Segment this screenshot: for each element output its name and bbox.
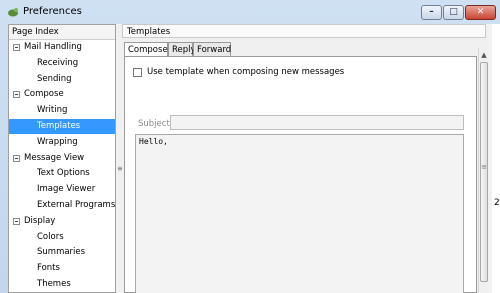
app-icon: [8, 8, 18, 17]
tree-category-label: Message View: [24, 152, 85, 163]
tree-item-label: Colors: [37, 231, 64, 242]
tree-item-label: Summaries: [37, 247, 86, 258]
close-button[interactable]: ✕: [465, 5, 496, 20]
maximize-button[interactable]: □: [443, 5, 464, 20]
tree-category-label: Compose: [24, 89, 64, 100]
window-title: Preferences: [23, 6, 82, 17]
tree-item-label: Text Options: [37, 168, 90, 179]
preferences-window: Preferences – □ ✕ Page Index Mail Handli…: [0, 0, 500, 293]
tree-item-label: Templates: [37, 121, 81, 131]
tree-category-compose[interactable]: Compose: [9, 87, 115, 102]
maximize-icon: □: [449, 7, 458, 17]
collapse-icon[interactable]: [13, 44, 20, 51]
tree-item-receiving[interactable]: Receiving: [9, 56, 115, 71]
tree-item-label: Fonts: [37, 263, 60, 274]
tree-item-label: Sending: [37, 73, 72, 84]
minimize-button[interactable]: –: [421, 5, 442, 20]
tree-item-writing[interactable]: Writing: [9, 103, 115, 118]
tree-item-label: Image Viewer: [37, 184, 96, 195]
tree-item-label: Writing: [37, 105, 68, 116]
tree-item-templates[interactable]: Templates: [9, 119, 115, 134]
settings-panel: Templates Compose Reply Forward Use temp…: [122, 24, 492, 293]
tree-category-message-view[interactable]: Message View: [9, 151, 115, 166]
tree-category-label: Mail Handling: [24, 42, 82, 52]
tree-item-image-viewer[interactable]: Image Viewer: [9, 182, 115, 197]
tree-item-wrapping[interactable]: Wrapping: [9, 135, 115, 150]
tree-item-summaries[interactable]: Summaries: [9, 245, 115, 260]
scroll-up-icon[interactable]: ▲: [479, 50, 489, 60]
client-area: Page Index Mail Handling Receiving Sending…: [8, 24, 492, 293]
minimize-icon: –: [429, 7, 434, 17]
collapse-icon[interactable]: [13, 217, 20, 225]
tree-item-colors[interactable]: Colors: [9, 230, 115, 245]
tree-item-themes[interactable]: Themes: [9, 277, 115, 292]
tree-item-sending[interactable]: Sending: [9, 72, 115, 87]
subject-field[interactable]: [170, 115, 464, 130]
use-template-checkbox[interactable]: [133, 68, 142, 77]
title-bar[interactable]: Preferences – □ ✕: [0, 0, 500, 24]
background-window-text: 2: [494, 198, 500, 208]
thumb-grip-icon: ≡: [481, 163, 487, 171]
tree-item-external-programs[interactable]: External Programs: [9, 198, 115, 213]
panel-scrollbar[interactable]: ▲ ≡: [478, 48, 488, 293]
template-body-textarea[interactable]: Hello,: [135, 134, 464, 293]
collapse-icon[interactable]: [13, 154, 20, 162]
tree-item-label: Wrapping: [37, 136, 78, 147]
subject-label: Subject: [138, 119, 170, 129]
background-window-edge: [492, 24, 500, 293]
page-index-header: Page Index: [9, 25, 115, 40]
tree-item-label: Receiving: [37, 57, 79, 68]
tab-forward[interactable]: Forward: [193, 42, 231, 56]
use-template-label[interactable]: Use template when composing new messages: [147, 67, 344, 77]
close-icon: ✕: [476, 7, 485, 17]
page-index-tree[interactable]: Page Index Mail Handling Receiving Sending…: [8, 24, 116, 293]
scrollbar-thumb[interactable]: ≡: [480, 62, 488, 282]
tree-item-fonts[interactable]: Fonts: [9, 261, 115, 276]
tree-item-text-options[interactable]: Text Options: [9, 166, 115, 181]
tab-compose[interactable]: Compose: [124, 42, 168, 57]
tree-category-display[interactable]: Display: [9, 214, 115, 229]
collapse-icon[interactable]: [13, 91, 20, 99]
tree-item-label: External Programs: [37, 200, 116, 210]
tree-category-label: Display: [24, 215, 56, 226]
page-title: Templates: [122, 24, 486, 38]
tree-category-mail-handling[interactable]: Mail Handling: [9, 40, 115, 55]
tree-item-label: Themes: [37, 279, 71, 289]
compose-tab-content: Use template when composing new messages…: [124, 56, 477, 293]
tab-reply[interactable]: Reply: [168, 42, 196, 56]
